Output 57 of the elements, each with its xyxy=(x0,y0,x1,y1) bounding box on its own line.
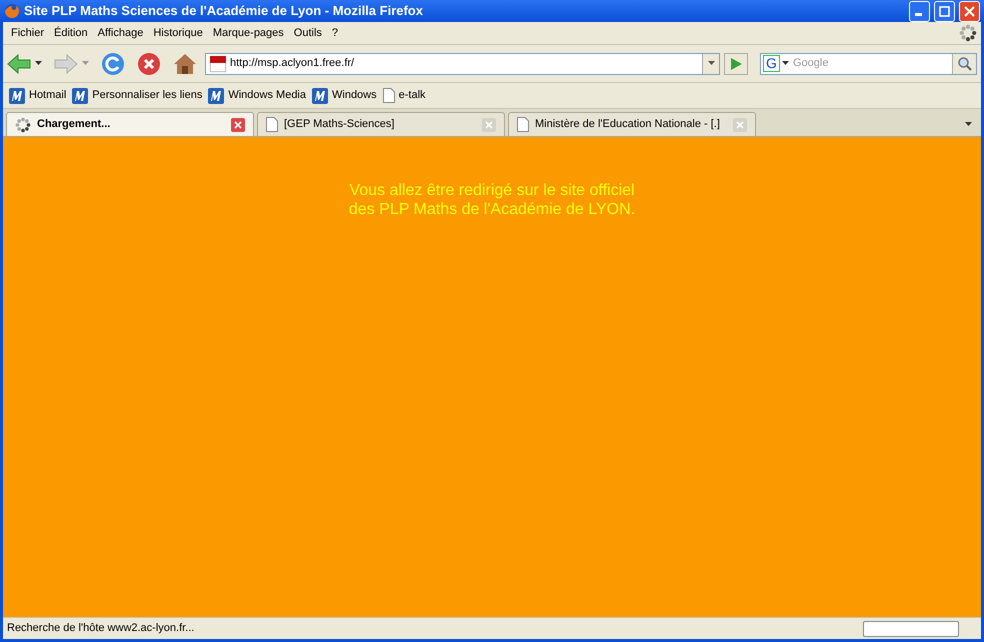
bookmark-link[interactable]: e-talk xyxy=(382,87,426,104)
maximize-button[interactable] xyxy=(934,0,955,22)
menu-item[interactable]: Marque-pages xyxy=(208,24,288,42)
browser-tab[interactable]: Ministère de l'Education Nationale - [.] xyxy=(508,112,756,136)
browser-tab[interactable]: [GEP Maths-Sciences] xyxy=(257,112,505,136)
status-text: Recherche de l'hôte www2.ac-lyon.fr... xyxy=(7,621,196,636)
bookmark-link[interactable]: Hotmail xyxy=(9,87,66,104)
page-icon xyxy=(517,117,529,132)
bookmark-link[interactable]: Windows Media xyxy=(208,87,306,104)
menu-item[interactable]: Historique xyxy=(149,24,207,42)
caret-icon[interactable] xyxy=(782,61,789,66)
site-icon xyxy=(208,88,224,104)
bookmark-link[interactable]: Windows xyxy=(312,87,377,104)
dropdown-button[interactable] xyxy=(702,54,719,74)
browser-tab[interactable]: Chargement... xyxy=(6,112,254,136)
caret-icon xyxy=(708,61,714,66)
close-icon xyxy=(234,120,242,128)
menu-item[interactable]: ? xyxy=(328,24,342,42)
redirect-message: Vous allez être redirigé sur le site officiel xyxy=(349,181,635,200)
favicon-icon xyxy=(210,56,226,72)
close-icon xyxy=(485,120,493,128)
menu-item[interactable]: Fichier xyxy=(7,24,48,42)
stop-icon[interactable] xyxy=(137,52,161,76)
site-icon xyxy=(312,88,328,104)
tab-close-button[interactable] xyxy=(231,118,245,132)
search-icon xyxy=(958,56,972,70)
home-icon[interactable] xyxy=(173,52,197,76)
close-icon xyxy=(964,6,975,16)
maximize-icon xyxy=(939,6,950,16)
page-icon xyxy=(266,117,278,132)
search-input[interactable]: Google xyxy=(793,55,952,72)
menu-item[interactable]: Édition xyxy=(50,24,92,42)
reload-icon[interactable] xyxy=(101,52,125,76)
caret-icon[interactable] xyxy=(35,61,42,66)
minimize-button[interactable] xyxy=(909,0,930,22)
bookmark-link[interactable]: Personnaliser les liens xyxy=(72,87,202,104)
go-button[interactable] xyxy=(724,52,748,74)
close-button[interactable] xyxy=(959,0,980,22)
site-icon xyxy=(9,88,25,104)
menu-item[interactable]: Affichage xyxy=(94,24,148,42)
search-button[interactable] xyxy=(952,54,976,74)
loading-spinner-icon xyxy=(959,24,977,42)
menu-item[interactable]: Outils xyxy=(290,24,326,42)
address-field[interactable]: http://msp.aclyon1.free.fr/ xyxy=(205,52,720,74)
page-icon xyxy=(382,88,395,103)
back-arrow-icon[interactable] xyxy=(7,52,31,74)
play-arrow-icon xyxy=(730,58,742,70)
caret-icon xyxy=(964,122,972,126)
loading-spinner-icon xyxy=(15,116,31,132)
window-title: Site PLP Maths Sciences de l'Académie de Lyon - Mozilla Firefox xyxy=(24,2,424,20)
search-engine-icon[interactable]: G xyxy=(763,55,780,72)
site-icon xyxy=(72,88,88,104)
minimize-icon xyxy=(914,13,922,16)
firefox-logo-icon xyxy=(4,3,20,19)
search-field[interactable]: G Google xyxy=(760,52,977,74)
close-icon xyxy=(736,120,744,128)
redirect-message: des PLP Maths de l'Académie de LYON. xyxy=(348,200,636,219)
